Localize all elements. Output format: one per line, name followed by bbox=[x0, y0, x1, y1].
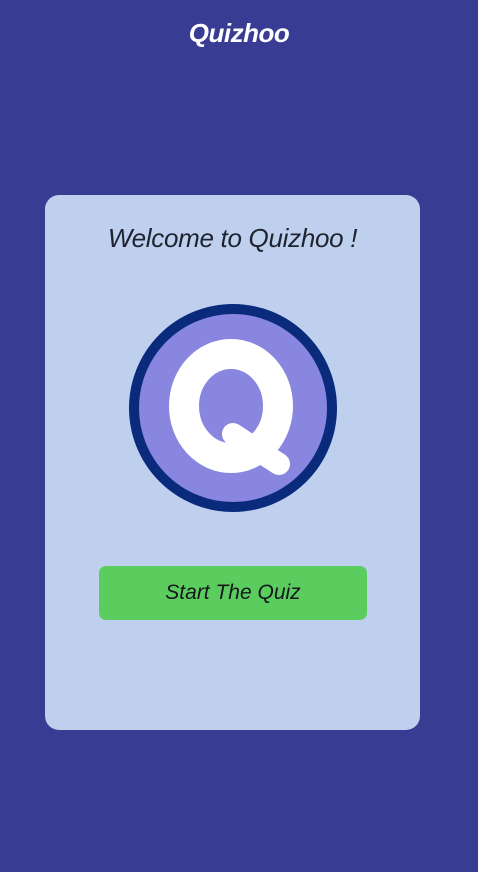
app-title: Quizhoo bbox=[188, 18, 290, 48]
welcome-card: Welcome to Quizhoo ! Q Start The Quiz bbox=[45, 195, 420, 730]
q-logo-icon: Q bbox=[129, 304, 337, 512]
start-quiz-button[interactable]: Start The Quiz bbox=[99, 566, 367, 620]
welcome-heading: Welcome to Quizhoo ! bbox=[107, 223, 358, 253]
